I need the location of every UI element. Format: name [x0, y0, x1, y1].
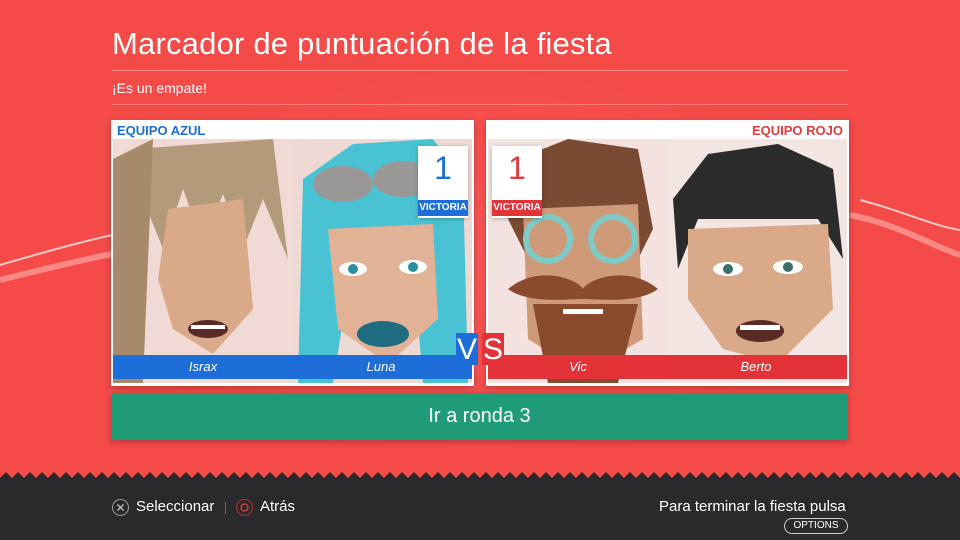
versus-s: S: [482, 333, 504, 366]
player-portrait-israx: [113, 139, 293, 383]
result-tag-blue: VICTORIA: [418, 200, 468, 216]
subtitle-divider: [112, 104, 848, 105]
team-panel-red: EQUIPO ROJO 1 VICTORIA Vic Berto: [486, 120, 849, 386]
circle-button-icon[interactable]: [236, 499, 253, 516]
page-title: Marcador de puntuación de la fiesta: [112, 26, 612, 61]
select-hint: Seleccionar: [136, 498, 215, 515]
team-label-red: EQUIPO ROJO: [745, 120, 849, 139]
result-tag-red: VICTORIA: [492, 200, 542, 216]
team-label-blue: EQUIPO AZUL: [111, 120, 212, 139]
team-panel-blue: EQUIPO AZUL 1 VICTORIA Israx Luna: [111, 120, 474, 386]
score-box-blue: 1 VICTORIA: [418, 146, 468, 218]
player-name-israx: Israx: [188, 359, 218, 374]
end-party-hint: Para terminar la fiesta pulsa: [659, 498, 846, 515]
player-names-blue: Israx Luna: [113, 355, 472, 379]
cross-button-icon[interactable]: [112, 499, 129, 516]
next-round-button[interactable]: Ir a ronda 3: [111, 393, 848, 440]
player-names-red: Vic Berto: [488, 355, 847, 379]
score-blue: 1: [434, 150, 452, 186]
back-hint: Atrás: [260, 498, 296, 515]
player-name-berto: Berto: [740, 359, 772, 374]
title-divider: [112, 70, 848, 71]
player-portrait-berto: [668, 139, 847, 383]
player-name-vic: Vic: [569, 359, 587, 374]
versus-v: V: [456, 333, 478, 366]
score-red: 1: [508, 150, 526, 186]
player-name-luna: Luna: [366, 359, 396, 374]
hint-separator: [225, 502, 226, 514]
result-subtitle: ¡Es un empate!: [112, 80, 207, 96]
options-button-icon[interactable]: OPTIONS: [784, 518, 848, 534]
score-box-red: 1 VICTORIA: [492, 146, 542, 218]
